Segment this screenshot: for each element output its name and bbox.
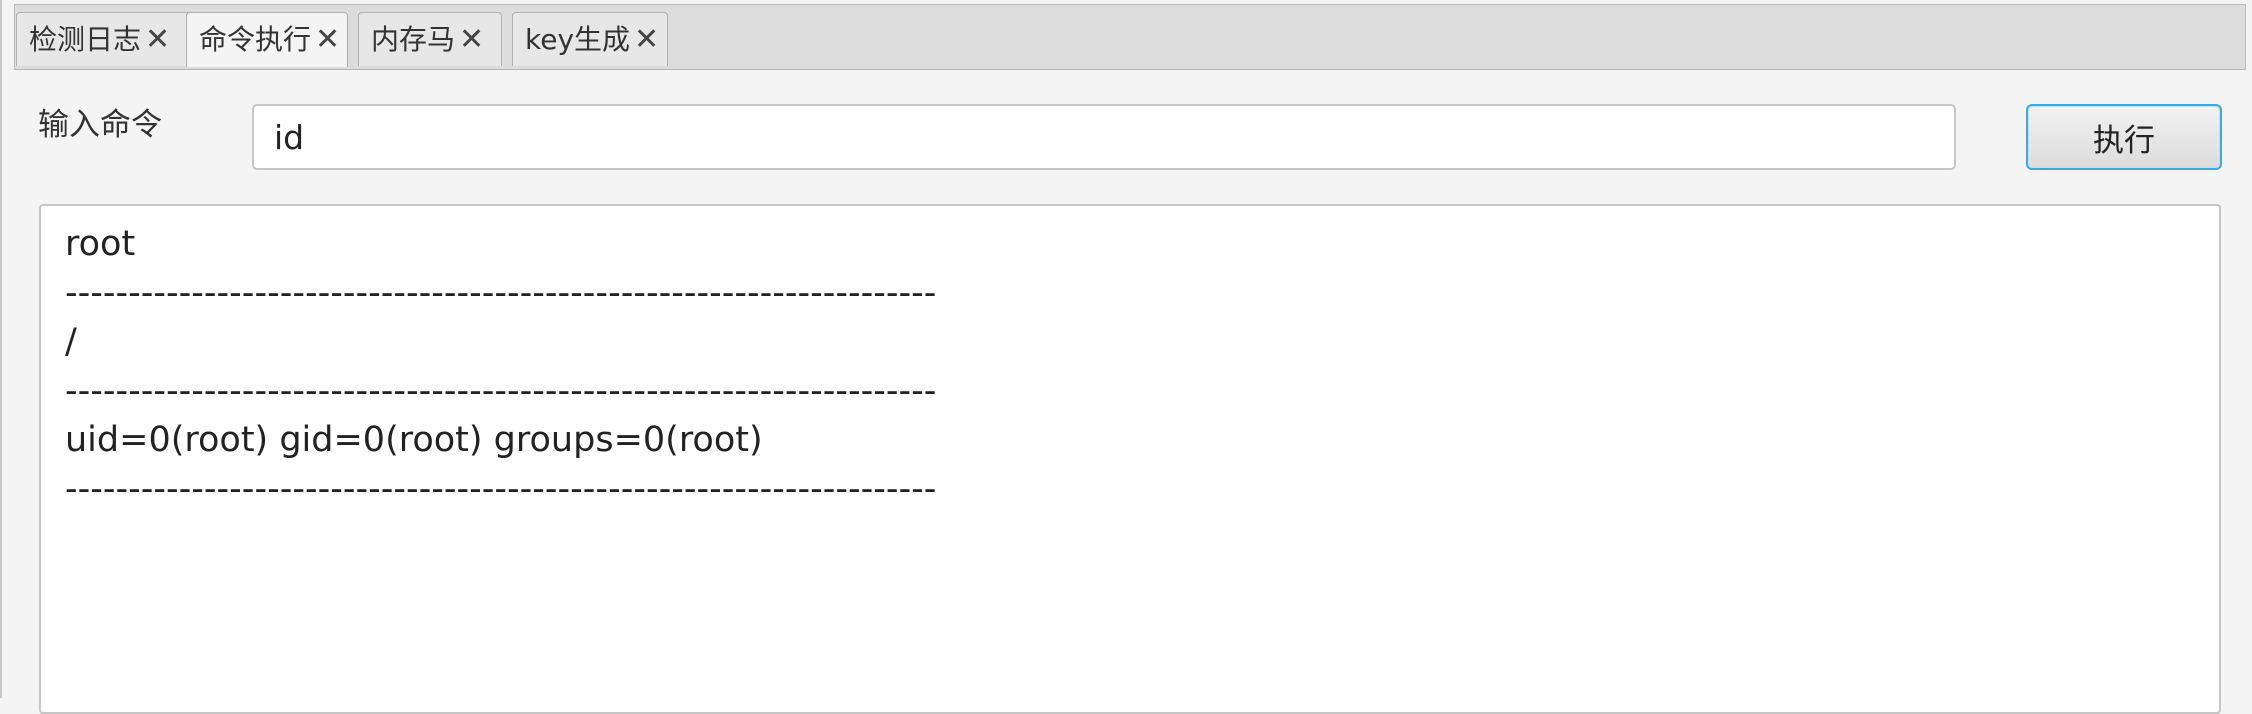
output-area[interactable]: root -----------------------------------… [39, 204, 2221, 714]
tab-label: 命令执行 [199, 23, 312, 56]
close-icon[interactable]: ✕ [459, 24, 484, 55]
command-input-label: 输入命令 [38, 107, 162, 143]
app-window: 检测日志 ✕ 命令执行 ✕ 内存马 ✕ key生成 ✕ 输入命令 执行 root… [0, 0, 2252, 714]
close-icon[interactable]: ✕ [145, 24, 170, 55]
tab-label: 检测日志 [29, 22, 142, 56]
tab-label: 内存马 [371, 22, 456, 56]
output-separator: ----------------------------------------… [65, 273, 937, 313]
close-icon[interactable]: ✕ [315, 25, 340, 55]
output-line: / [65, 322, 77, 362]
command-input[interactable] [252, 104, 1956, 170]
output-separator: ----------------------------------------… [65, 371, 937, 411]
tab-key-generation[interactable]: key生成 ✕ [512, 12, 668, 66]
output-separator: ----------------------------------------… [65, 469, 937, 509]
output-line: uid=0(root) gid=0(root) groups=0(root) [65, 420, 763, 460]
tab-memory-shell[interactable]: 内存马 ✕ [358, 12, 502, 66]
execute-button[interactable]: 执行 [2026, 104, 2222, 170]
tab-command-execution[interactable]: 命令执行 ✕ [186, 12, 348, 67]
output-line: root [65, 224, 136, 264]
close-icon[interactable]: ✕ [634, 24, 659, 55]
tab-detection-log[interactable]: 检测日志 ✕ [16, 12, 194, 66]
tab-label: key生成 [525, 22, 631, 56]
tab-bar [14, 4, 2246, 70]
